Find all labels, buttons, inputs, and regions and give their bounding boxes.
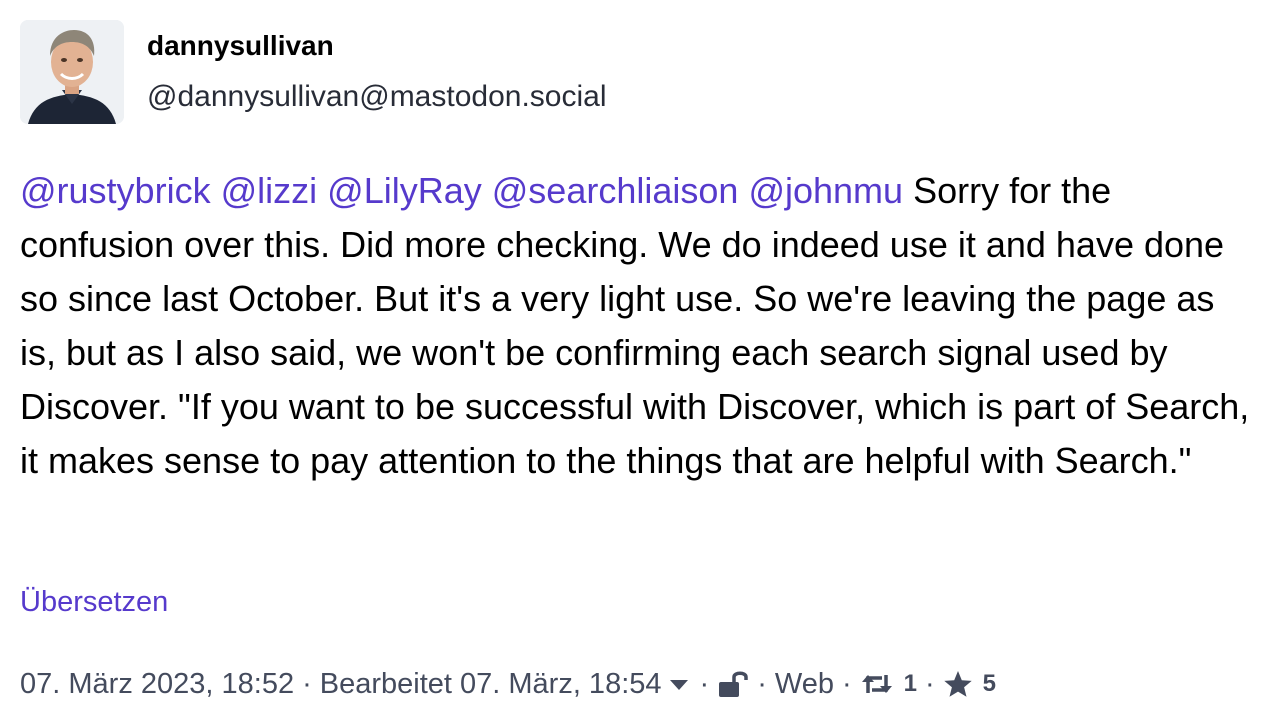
unlock-icon — [719, 671, 748, 697]
account-handle[interactable]: @dannysullivan@mastodon.social — [147, 79, 606, 115]
mention-link[interactable]: @LilyRay — [327, 170, 482, 211]
post-meta: 07. März 2023, 18:52 · Bearbeitet 07. Mä… — [20, 664, 996, 704]
mention-link[interactable]: @searchliaison — [492, 170, 739, 211]
separator: · — [699, 667, 710, 700]
separator: · — [302, 667, 312, 700]
edited-label: Bearbeitet 07. März, 18:54 — [319, 667, 662, 700]
favourite-count: 5 — [982, 670, 997, 697]
retweet-icon — [861, 675, 892, 693]
favourite-button[interactable]: 5 — [943, 670, 996, 698]
star-icon — [943, 671, 972, 697]
translate-link[interactable]: Übersetzen — [20, 584, 168, 620]
avatar[interactable] — [20, 20, 124, 124]
post-date[interactable]: 07. März 2023, 18:52 — [20, 668, 294, 701]
post-content: @rustybrick @lizzi @LilyRay @searchliais… — [20, 164, 1250, 488]
visibility-icon-wrap — [717, 669, 749, 699]
separator: · — [925, 667, 935, 700]
reblog-button[interactable]: 1 — [860, 670, 917, 698]
mention-link[interactable]: @rustybrick — [20, 170, 211, 211]
chevron-down-icon — [669, 680, 688, 690]
avatar-photo — [20, 20, 124, 124]
mention-link[interactable]: @lizzi — [221, 170, 318, 211]
post-text: Sorry for the confusion over this. Did m… — [20, 170, 1250, 481]
edit-history-button[interactable]: Bearbeitet 07. März, 18:54 — [320, 668, 692, 701]
reblog-count: 1 — [903, 670, 917, 697]
mention-link[interactable]: @johnmu — [748, 170, 903, 211]
display-name[interactable]: dannysullivan — [147, 28, 334, 64]
separator: · — [757, 667, 767, 700]
application-name[interactable]: Web — [775, 668, 834, 701]
separator: · — [841, 667, 852, 700]
